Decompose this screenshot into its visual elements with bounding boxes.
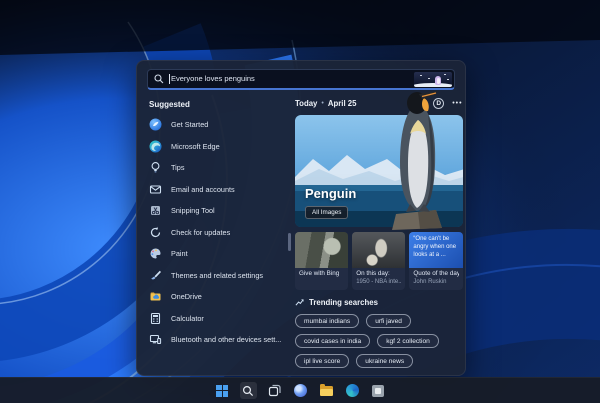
widgets-icon bbox=[293, 384, 307, 397]
sidebar-item-microsoft-edge[interactable]: Microsoft Edge bbox=[147, 136, 287, 158]
trending-chip[interactable]: kgf 2 collection bbox=[377, 334, 439, 348]
search-results-content: Today • April 25 D ••• Penguin All Image… bbox=[295, 91, 463, 373]
sidebar-item-label: OneDrive bbox=[171, 292, 202, 302]
sidebar-item-label: Calculator bbox=[171, 313, 204, 323]
sidebar-item-themes-settings[interactable]: Themes and related settings bbox=[147, 265, 287, 287]
taskbar bbox=[0, 377, 600, 403]
trending-searches-section: Trending searches mumbai indians urfi ja… bbox=[295, 298, 463, 368]
card-caption: On this day: bbox=[356, 270, 390, 277]
date-label: April 25 bbox=[327, 98, 357, 108]
suggested-sidebar: Suggested Get Started Microsoft Edge Tip… bbox=[147, 95, 291, 373]
hero-image-card[interactable]: Penguin All Images bbox=[295, 91, 463, 230]
hero-title: Penguin bbox=[305, 186, 357, 201]
penguin-illustration bbox=[414, 71, 452, 87]
widgets-button[interactable] bbox=[292, 382, 309, 399]
tips-icon bbox=[149, 161, 162, 174]
dot-separator: • bbox=[321, 99, 324, 107]
card-subcaption: 1950 - NBA inte... bbox=[356, 279, 402, 285]
file-explorer-button[interactable] bbox=[318, 382, 335, 399]
search-icon bbox=[154, 74, 164, 84]
search-input[interactable]: Everyone loves penguins bbox=[147, 69, 455, 90]
mini-penguin-icon bbox=[435, 75, 441, 85]
sidebar-item-label: Check for updates bbox=[171, 227, 231, 237]
desktop-screen: Everyone loves penguins Suggested Get St… bbox=[0, 0, 600, 403]
card-caption: Quote of the day: bbox=[413, 270, 459, 277]
task-view-button[interactable] bbox=[266, 382, 283, 399]
file-explorer-icon bbox=[319, 383, 333, 396]
themes-icon bbox=[149, 269, 162, 282]
suggested-title: Suggested bbox=[149, 100, 190, 109]
sidebar-item-paint[interactable]: Paint bbox=[147, 243, 287, 265]
quote-image: “One can't be angry when one looks at a … bbox=[409, 232, 463, 268]
on-this-day-image bbox=[352, 232, 406, 268]
trending-icon bbox=[295, 299, 304, 306]
paint-icon bbox=[149, 247, 162, 260]
start-button[interactable] bbox=[214, 382, 231, 399]
sidebar-item-label: Snipping Tool bbox=[171, 206, 215, 216]
bluetooth-devices-icon bbox=[149, 333, 162, 346]
sidebar-item-label: Bluetooth and other devices sett... bbox=[171, 335, 282, 345]
calculator-icon bbox=[149, 312, 162, 325]
sidebar-item-get-started[interactable]: Get Started bbox=[147, 114, 287, 136]
trending-chip[interactable]: urfi javed bbox=[366, 314, 411, 328]
search-icon bbox=[242, 385, 254, 396]
give-with-bing-image bbox=[295, 232, 349, 268]
sidebar-item-snipping-tool[interactable]: Snipping Tool bbox=[147, 200, 287, 222]
onedrive-icon bbox=[149, 290, 162, 303]
trending-chips: mumbai indians urfi javed covid cases in… bbox=[295, 314, 463, 368]
edge-browser-button[interactable] bbox=[344, 382, 361, 399]
store-app-icon bbox=[372, 384, 384, 397]
sidebar-item-check-updates[interactable]: Check for updates bbox=[147, 222, 287, 244]
card-caption: Give with Bing bbox=[299, 270, 340, 277]
card-give-with-bing[interactable]: Give with Bing bbox=[295, 232, 349, 290]
task-view-icon bbox=[268, 384, 281, 397]
sidebar-item-label: Microsoft Edge bbox=[171, 141, 220, 151]
sidebar-item-calculator[interactable]: Calculator bbox=[147, 308, 287, 330]
quote-text: “One can't be angry when one looks at a … bbox=[413, 236, 457, 258]
sidebar-item-email-accounts[interactable]: Email and accounts bbox=[147, 179, 287, 201]
penguin-photo bbox=[391, 91, 442, 230]
taskbar-search-button[interactable] bbox=[239, 382, 257, 399]
edge-icon bbox=[345, 384, 359, 397]
sidebar-item-label: Get Started bbox=[171, 120, 209, 130]
snipping-tool-icon bbox=[149, 204, 162, 217]
trending-chip[interactable]: mumbai indians bbox=[295, 314, 360, 328]
trending-title: Trending searches bbox=[309, 298, 378, 307]
trending-chip[interactable]: ukraine news bbox=[356, 354, 414, 368]
sidebar-item-onedrive[interactable]: OneDrive bbox=[147, 286, 287, 308]
sidebar-item-label: Tips bbox=[171, 163, 185, 173]
sidebar-scrollbar[interactable] bbox=[288, 233, 291, 251]
sidebar-item-label: Email and accounts bbox=[171, 184, 235, 194]
windows-logo-icon bbox=[216, 384, 228, 397]
card-subcaption: John Ruskin bbox=[413, 279, 447, 285]
email-icon bbox=[149, 183, 162, 196]
sidebar-item-label: Paint bbox=[171, 249, 188, 259]
info-cards-row: Give with Bing On this day: 1950 - NBA i… bbox=[295, 232, 463, 290]
trending-chip[interactable]: ipl live score bbox=[295, 354, 350, 368]
sidebar-item-tips[interactable]: Tips bbox=[147, 157, 287, 179]
search-query-text[interactable]: Everyone loves penguins bbox=[169, 74, 414, 84]
edge-icon bbox=[149, 140, 162, 153]
sidebar-item-bluetooth-devices[interactable]: Bluetooth and other devices sett... bbox=[147, 329, 287, 351]
today-label: Today bbox=[295, 98, 318, 108]
updates-icon bbox=[149, 226, 162, 239]
all-images-button[interactable]: All Images bbox=[305, 206, 349, 219]
card-quote-of-the-day[interactable]: “One can't be angry when one looks at a … bbox=[409, 232, 463, 290]
store-app-button[interactable] bbox=[370, 382, 387, 399]
search-flyout-panel: Everyone loves penguins Suggested Get St… bbox=[136, 60, 466, 376]
card-on-this-day[interactable]: On this day: 1950 - NBA inte... bbox=[352, 232, 406, 290]
sidebar-item-label: Themes and related settings bbox=[171, 270, 264, 280]
more-options-icon[interactable]: ••• bbox=[452, 98, 462, 109]
trending-chip[interactable]: covid cases in india bbox=[295, 334, 371, 348]
get-started-icon bbox=[149, 118, 162, 131]
